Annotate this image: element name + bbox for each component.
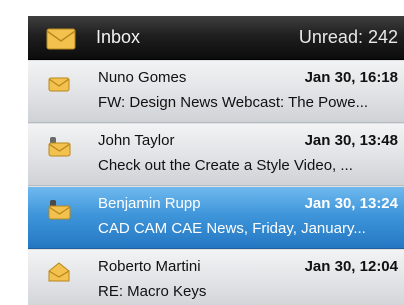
message-row-4[interactable]: Roberto Martini Jan 30, 12:04 RE: Macro … xyxy=(28,250,404,305)
message-subject: CAD CAM CAE News, Friday, January... xyxy=(98,220,366,237)
envelope-closed-icon xyxy=(48,77,70,92)
message-subject: RE: Macro Keys xyxy=(98,283,207,300)
unread-count: Unread: 242 xyxy=(298,27,398,47)
message-subject: FW: Design News Webcast: The Powe... xyxy=(98,94,369,111)
inbox-header: Inbox Unread: 242 xyxy=(28,16,404,60)
message-row-1[interactable]: Nuno Gomes Jan 30, 16:18 FW: Design News… xyxy=(28,61,404,123)
message-sender: Nuno Gomes xyxy=(98,69,187,86)
inbox-screen: Inbox Unread: 242 Nuno Gomes Jan 30, 16:… xyxy=(28,16,404,305)
message-date: Jan 30, 12:04 xyxy=(304,258,398,275)
message-date: Jan 30, 16:18 xyxy=(304,69,398,86)
message-subject: Check out the Create a Style Video, ... xyxy=(98,157,353,174)
message-sender: Roberto Martini xyxy=(98,258,201,275)
message-sender: John Taylor xyxy=(98,132,175,149)
envelope-open-icon xyxy=(48,262,70,282)
message-row-2[interactable]: John Taylor Jan 30, 13:48 Check out the … xyxy=(28,124,404,186)
message-date: Jan 30, 13:24 xyxy=(304,195,398,212)
message-sender: Benjamin Rupp xyxy=(98,195,201,212)
page-title: Inbox xyxy=(96,27,141,47)
message-row-3-selected[interactable]: Benjamin Rupp Jan 30, 13:24 CAD CAM CAE … xyxy=(28,187,404,249)
message-date: Jan 30, 13:48 xyxy=(304,132,398,149)
envelope-icon xyxy=(46,28,76,50)
envelope-with-attachment-icon xyxy=(48,137,71,157)
envelope-with-attachment-icon xyxy=(48,200,71,220)
